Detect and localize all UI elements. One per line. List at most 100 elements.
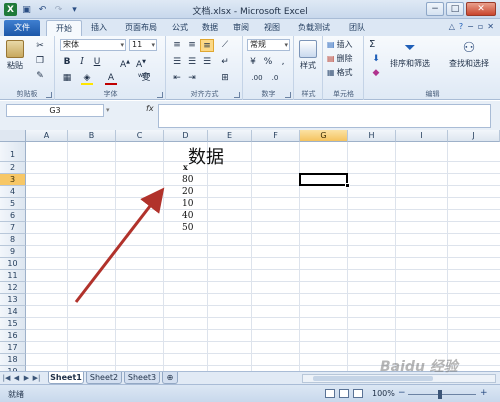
row-header-9[interactable]: 9: [0, 246, 26, 258]
normal-view-icon[interactable]: [325, 389, 335, 398]
cell-d7-value[interactable]: 50: [182, 223, 193, 233]
decrease-decimal-icon[interactable]: .0: [268, 72, 282, 85]
row-header-3[interactable]: 3: [0, 174, 26, 186]
italic-icon[interactable]: I: [75, 56, 89, 69]
help-icon[interactable]: ?: [459, 22, 463, 31]
tab-load-test[interactable]: 负载测试: [290, 20, 338, 36]
row-header-5[interactable]: 5: [0, 198, 26, 210]
maximize-button[interactable]: □: [446, 2, 464, 16]
align-center-icon[interactable]: ☰: [185, 56, 199, 69]
fill-color-icon[interactable]: ◈: [80, 72, 94, 85]
row-header-11[interactable]: 11: [0, 270, 26, 282]
insert-function-icon[interactable]: fx: [146, 104, 154, 113]
font-size-select[interactable]: 11: [129, 39, 157, 51]
prev-sheet-icon[interactable]: ◀: [12, 374, 21, 382]
sheet-tab-2[interactable]: Sheet2: [86, 372, 122, 384]
column-header-d[interactable]: D: [164, 130, 208, 142]
cell-d1-title[interactable]: 数据: [188, 143, 224, 169]
formula-input[interactable]: [158, 104, 491, 128]
sort-filter-button[interactable]: ⏷ 排序和筛选: [390, 40, 430, 69]
page-break-view-icon[interactable]: [353, 389, 363, 398]
increase-indent-icon[interactable]: ⇥: [185, 72, 199, 85]
selected-cell-outline[interactable]: [299, 173, 348, 186]
workbook-restore-icon[interactable]: ▫: [478, 22, 483, 31]
zoom-level[interactable]: 100%: [372, 389, 395, 398]
horizontal-scroll-thumb[interactable]: [313, 376, 433, 381]
cell-d5-value[interactable]: 10: [182, 199, 193, 209]
phonetic-icon[interactable]: wén 变: [136, 72, 156, 85]
cut-icon[interactable]: ✂: [33, 40, 47, 53]
fill-icon[interactable]: ⬇: [369, 53, 383, 66]
cell-d2-header[interactable]: x: [183, 162, 188, 172]
number-launcher-icon[interactable]: [285, 92, 291, 98]
sheet-tab-3[interactable]: Sheet3: [124, 372, 160, 384]
row-header-2[interactable]: 2: [0, 162, 26, 174]
align-middle-icon[interactable]: ≡: [185, 39, 199, 52]
wrap-text-icon[interactable]: ↵: [218, 56, 232, 69]
row-header-17[interactable]: 17: [0, 342, 26, 354]
close-button[interactable]: ✕: [466, 2, 496, 16]
minimize-ribbon-icon[interactable]: △: [449, 22, 455, 31]
align-top-icon[interactable]: ≡: [170, 39, 184, 52]
tab-data[interactable]: 数据: [196, 20, 224, 36]
name-box[interactable]: G3: [6, 104, 104, 117]
comma-button[interactable]: ,: [276, 56, 290, 69]
column-header-a[interactable]: A: [26, 130, 68, 142]
column-header-g[interactable]: G: [300, 130, 348, 142]
number-format-select[interactable]: 常规: [247, 39, 290, 51]
row-header-10[interactable]: 10: [0, 258, 26, 270]
row-header-7[interactable]: 7: [0, 222, 26, 234]
column-header-h[interactable]: H: [348, 130, 396, 142]
merge-center-icon[interactable]: ⊞: [218, 72, 232, 85]
delete-cells-button[interactable]: ▤ 删除: [327, 53, 353, 64]
tab-file[interactable]: 文件: [4, 20, 40, 36]
zoom-slider-thumb[interactable]: [438, 390, 442, 399]
select-all-corner[interactable]: [0, 130, 26, 142]
row-header-15[interactable]: 15: [0, 318, 26, 330]
clear-icon[interactable]: ◆: [369, 67, 383, 80]
decrease-indent-icon[interactable]: ⇤: [170, 72, 184, 85]
tab-team[interactable]: 团队: [342, 20, 372, 36]
column-header-i[interactable]: I: [396, 130, 448, 142]
workbook-minimize-icon[interactable]: −: [467, 22, 474, 31]
first-sheet-icon[interactable]: |◀: [2, 374, 11, 382]
workbook-close-icon[interactable]: ✕: [487, 22, 494, 31]
styles-button[interactable]: 样式: [299, 40, 317, 71]
orientation-icon[interactable]: ⟋: [218, 39, 232, 52]
minimize-button[interactable]: −: [426, 2, 444, 16]
font-color-icon[interactable]: A: [104, 72, 118, 85]
tab-page-layout[interactable]: 页面布局: [117, 20, 165, 36]
format-painter-icon[interactable]: ✎: [33, 70, 47, 83]
column-header-b[interactable]: B: [68, 130, 116, 142]
row-header-12[interactable]: 12: [0, 282, 26, 294]
zoom-out-button[interactable]: −: [398, 388, 406, 398]
cell-d6-value[interactable]: 40: [182, 211, 193, 221]
cell-d3-value[interactable]: 80: [182, 175, 193, 185]
worksheet-grid[interactable]: ABCDEFGHIJ12345678910111213141516171819数…: [0, 130, 500, 371]
row-header-18[interactable]: 18: [0, 354, 26, 366]
copy-icon[interactable]: ❐: [33, 55, 47, 68]
increase-decimal-icon[interactable]: .00: [250, 72, 264, 85]
percent-button[interactable]: %: [261, 56, 275, 69]
zoom-in-button[interactable]: +: [480, 388, 488, 398]
next-sheet-icon[interactable]: ▶: [22, 374, 31, 382]
border-icon[interactable]: ▦: [60, 72, 74, 85]
shrink-font-icon[interactable]: A▼: [134, 56, 148, 70]
insert-cells-button[interactable]: ▤ 插入: [327, 39, 353, 50]
column-header-f[interactable]: F: [252, 130, 300, 142]
zoom-slider[interactable]: [408, 394, 476, 395]
row-header-14[interactable]: 14: [0, 306, 26, 318]
row-header-16[interactable]: 16: [0, 330, 26, 342]
align-right-icon[interactable]: ☰: [200, 56, 214, 69]
align-bottom-icon[interactable]: ≡: [200, 39, 214, 52]
last-sheet-icon[interactable]: ▶|: [32, 374, 41, 382]
font-name-select[interactable]: 宋体: [60, 39, 126, 51]
tab-home[interactable]: 开始: [46, 20, 82, 36]
tab-insert[interactable]: 插入: [84, 20, 114, 36]
format-cells-button[interactable]: ▦ 格式: [327, 67, 353, 78]
grow-font-icon[interactable]: A▲: [118, 56, 132, 70]
sheet-tab-1[interactable]: Sheet1: [48, 372, 84, 384]
autosum-button[interactable]: Σ: [369, 39, 375, 50]
align-left-icon[interactable]: ☰: [170, 56, 184, 69]
find-select-button[interactable]: ⚇ 查找和选择: [449, 40, 489, 69]
